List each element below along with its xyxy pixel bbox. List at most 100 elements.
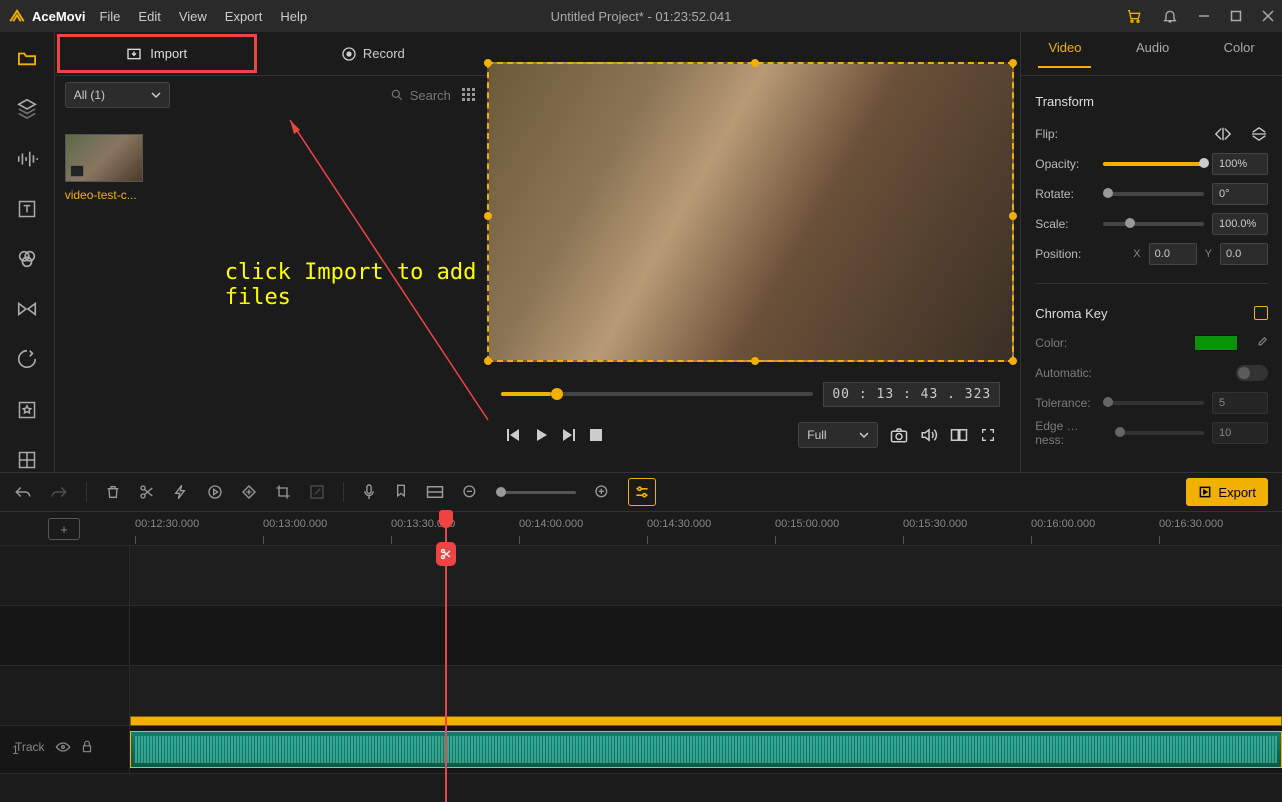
fullscreen-icon[interactable] bbox=[980, 427, 996, 443]
ruler-tick: 00:12:30.000 bbox=[135, 518, 199, 530]
minimize-icon[interactable] bbox=[1198, 10, 1210, 22]
stop-icon[interactable] bbox=[589, 428, 603, 442]
search-input[interactable]: Search bbox=[180, 82, 451, 108]
export-button[interactable]: Export bbox=[1186, 478, 1268, 506]
chroma-checkbox[interactable] bbox=[1254, 306, 1268, 320]
nav-elements-icon[interactable] bbox=[12, 398, 42, 422]
delete-icon[interactable] bbox=[105, 484, 121, 500]
zoom-out-icon[interactable] bbox=[462, 484, 478, 500]
scale-slider[interactable] bbox=[1103, 222, 1204, 226]
volume-icon[interactable] bbox=[920, 427, 938, 443]
undo-icon[interactable] bbox=[14, 484, 32, 500]
opacity-value[interactable]: 100% bbox=[1212, 153, 1268, 175]
label-flip: Flip: bbox=[1035, 127, 1095, 141]
app-logo: AceMovi bbox=[8, 7, 85, 25]
redo-icon[interactable] bbox=[50, 484, 68, 500]
ruler-tick: 00:13:00.000 bbox=[263, 518, 327, 530]
audio-clip[interactable] bbox=[130, 731, 1282, 768]
edit-icon[interactable] bbox=[309, 484, 325, 500]
opacity-slider[interactable] bbox=[1103, 162, 1204, 166]
label-rotate: Rotate: bbox=[1035, 187, 1095, 201]
marker-icon[interactable] bbox=[394, 484, 408, 500]
split-icon[interactable] bbox=[139, 484, 155, 500]
track-visibility-icon[interactable] bbox=[55, 741, 71, 753]
track-lock-icon[interactable] bbox=[81, 740, 93, 754]
chroma-color-swatch[interactable] bbox=[1194, 335, 1238, 351]
keyframe-icon[interactable] bbox=[241, 484, 257, 500]
media-thumbnail-label: video-test-c... bbox=[65, 188, 145, 202]
scale-value[interactable]: 100.0% bbox=[1212, 213, 1268, 235]
nav-media-icon[interactable] bbox=[12, 46, 42, 70]
rotate-slider[interactable] bbox=[1103, 192, 1204, 196]
add-track-icon[interactable]: + bbox=[48, 518, 80, 540]
crop-icon[interactable] bbox=[275, 484, 291, 500]
compare-icon[interactable] bbox=[950, 427, 968, 443]
speed-icon[interactable] bbox=[173, 484, 189, 500]
label-tolerance: Tolerance: bbox=[1035, 396, 1095, 410]
flip-horizontal-icon[interactable] bbox=[1214, 126, 1232, 142]
label-edge: Edge …ness: bbox=[1035, 419, 1107, 447]
flip-vertical-icon[interactable] bbox=[1250, 126, 1268, 142]
menubar: File Edit View Export Help bbox=[99, 9, 307, 24]
position-y[interactable]: 0.0 bbox=[1220, 243, 1268, 265]
menu-file[interactable]: File bbox=[99, 9, 120, 24]
maximize-icon[interactable] bbox=[1230, 10, 1242, 22]
media-thumbnail[interactable]: video-test-c... bbox=[65, 134, 145, 202]
edge-value[interactable]: 10 bbox=[1212, 422, 1268, 444]
automatic-toggle[interactable] bbox=[1236, 365, 1268, 381]
position-x[interactable]: 0.0 bbox=[1149, 243, 1197, 265]
reverse-icon[interactable] bbox=[207, 484, 223, 500]
nav-layers-icon[interactable] bbox=[12, 96, 42, 120]
chevron-down-icon bbox=[151, 90, 161, 100]
snapshot-icon[interactable] bbox=[890, 427, 908, 443]
timeline-settings-icon[interactable] bbox=[628, 478, 656, 506]
nav-transitions-icon[interactable] bbox=[12, 297, 42, 321]
video-clip[interactable] bbox=[130, 716, 1282, 726]
rotate-value[interactable]: 0° bbox=[1212, 183, 1268, 205]
nav-filters-icon[interactable] bbox=[12, 247, 42, 271]
ruler-tick: 00:14:00.000 bbox=[519, 518, 583, 530]
prev-frame-icon[interactable] bbox=[505, 427, 521, 443]
section-transform: Transform bbox=[1035, 94, 1268, 109]
grid-view-icon[interactable] bbox=[461, 87, 477, 103]
voiceover-icon[interactable] bbox=[362, 483, 376, 501]
nav-animations-icon[interactable] bbox=[12, 347, 42, 371]
import-button[interactable]: Import bbox=[57, 34, 257, 73]
close-icon[interactable] bbox=[1262, 10, 1274, 22]
tolerance-value[interactable]: 5 bbox=[1212, 392, 1268, 414]
tolerance-slider[interactable] bbox=[1103, 401, 1204, 405]
ruler-tick: 00:16:30.000 bbox=[1159, 518, 1223, 530]
video-track[interactable] bbox=[130, 666, 1282, 725]
preview-viewport[interactable] bbox=[487, 62, 1014, 362]
eyedropper-icon[interactable] bbox=[1254, 336, 1268, 350]
menu-help[interactable]: Help bbox=[280, 9, 307, 24]
record-button[interactable]: Record bbox=[259, 32, 487, 75]
nav-text-icon[interactable] bbox=[12, 197, 42, 221]
cart-icon[interactable] bbox=[1126, 8, 1142, 24]
export-icon bbox=[1198, 485, 1212, 499]
label-opacity: Opacity: bbox=[1035, 157, 1095, 171]
media-filter-dropdown[interactable]: All (1) bbox=[65, 82, 170, 108]
aspect-icon[interactable] bbox=[426, 485, 444, 499]
timeline-ruler[interactable]: + 00:12:30.000 00:13:00.000 00:13:30.000… bbox=[0, 512, 1282, 546]
time-display: 00 : 13 : 43 . 323 bbox=[823, 382, 1000, 407]
edge-slider[interactable] bbox=[1115, 431, 1204, 435]
props-tab-video[interactable]: Video bbox=[1042, 40, 1087, 67]
menu-edit[interactable]: Edit bbox=[138, 9, 160, 24]
quality-dropdown[interactable]: Full bbox=[798, 422, 878, 448]
zoom-in-icon[interactable] bbox=[594, 484, 610, 500]
next-frame-icon[interactable] bbox=[561, 427, 577, 443]
search-icon bbox=[390, 88, 404, 102]
zoom-slider[interactable] bbox=[496, 491, 576, 494]
props-tab-color[interactable]: Color bbox=[1218, 40, 1261, 67]
nav-audio-icon[interactable] bbox=[12, 146, 42, 170]
props-tab-audio[interactable]: Audio bbox=[1130, 40, 1175, 67]
menu-view[interactable]: View bbox=[179, 9, 207, 24]
seek-slider[interactable] bbox=[501, 392, 813, 396]
bell-icon[interactable] bbox=[1162, 8, 1178, 24]
menu-export[interactable]: Export bbox=[225, 9, 263, 24]
audio-track[interactable]: Track bbox=[130, 726, 1282, 773]
label-scale: Scale: bbox=[1035, 217, 1095, 231]
nav-split-icon[interactable] bbox=[12, 448, 42, 472]
play-icon[interactable] bbox=[533, 427, 549, 443]
